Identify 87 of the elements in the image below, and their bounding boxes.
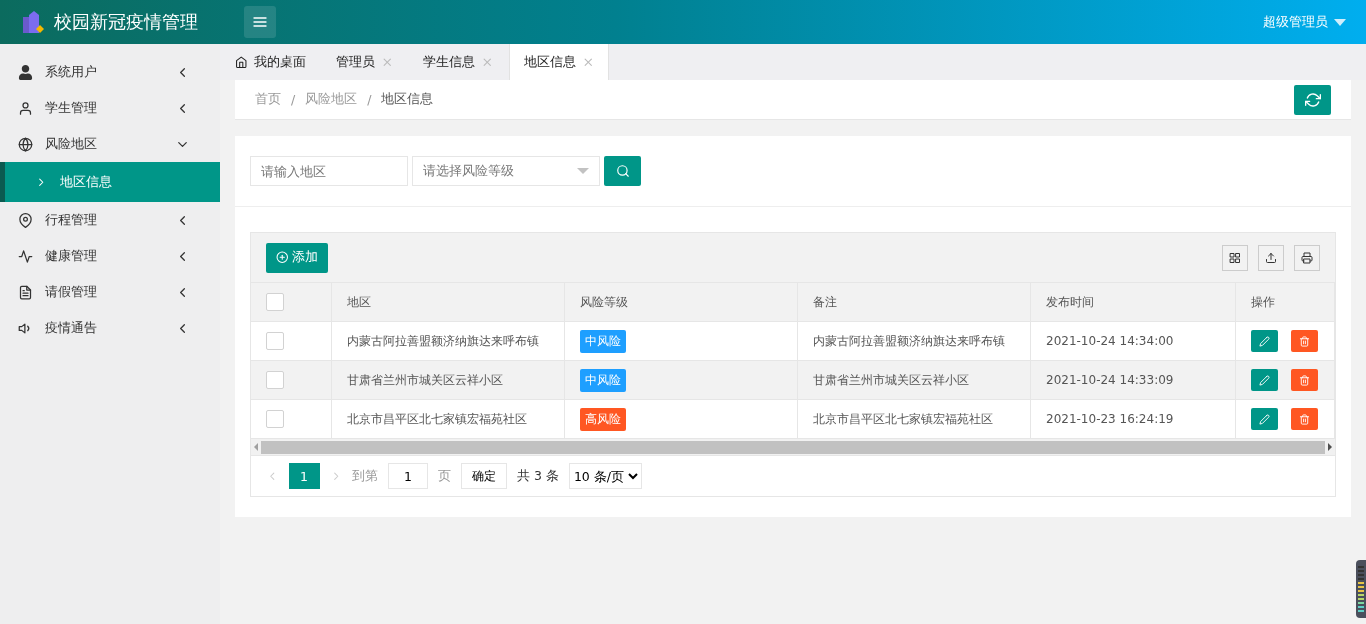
risk-tag: 中风险 (580, 368, 626, 392)
goto-page-input[interactable]: 1 (388, 463, 428, 489)
trash-icon (1299, 374, 1310, 386)
total-count: 共 3 条 (517, 467, 559, 485)
caret-icon (1334, 18, 1346, 26)
close-icon[interactable] (380, 55, 393, 69)
row-checkbox[interactable] (266, 371, 284, 389)
home-icon (235, 55, 248, 69)
sidebar-item[interactable]: 健康管理 (0, 238, 220, 274)
sidebar-item[interactable]: 请假管理 (0, 274, 220, 310)
print-icon (1301, 251, 1313, 264)
app-title: 校园新冠疫情管理 (54, 10, 199, 34)
page-tab[interactable]: 学生信息 (408, 44, 509, 80)
row-checkbox[interactable] (266, 410, 284, 428)
sidebar-item[interactable]: 行程管理 (0, 202, 220, 238)
volume-meter-widget[interactable] (1356, 560, 1366, 618)
refresh-icon (1304, 91, 1321, 108)
globe-icon (18, 136, 33, 152)
person-icon (18, 64, 33, 80)
sidebar-item[interactable]: 系统用户 (0, 54, 220, 90)
plus-icon (276, 251, 289, 264)
table-cell: 甘肃省兰州市城关区云祥小区 (332, 361, 565, 400)
sidebar-subitem[interactable]: 地区信息 (0, 162, 220, 202)
horizontal-scrollbar[interactable] (251, 439, 1335, 456)
sidebar-item[interactable]: 学生管理 (0, 90, 220, 126)
menu-button[interactable] (244, 6, 276, 38)
delete-button[interactable] (1291, 408, 1318, 430)
document-icon (18, 284, 33, 300)
page-tab[interactable]: 管理员 (320, 44, 408, 80)
table-cell: 北京市昌平区北七家镇宏福苑社区 (332, 400, 565, 439)
table-cell: 内蒙古阿拉善盟额济纳旗达来呼布镇 (332, 322, 565, 361)
menu-icon (252, 14, 268, 30)
upload-icon (1265, 251, 1277, 264)
column-header: 发布时间 (1031, 283, 1236, 322)
print-button[interactable] (1294, 244, 1320, 271)
pencil-icon (1259, 335, 1270, 347)
export-button[interactable] (1258, 244, 1284, 271)
dropdown-icon (577, 168, 589, 174)
map-pin-icon (18, 212, 33, 228)
user-icon (18, 100, 33, 116)
delete-button[interactable] (1291, 369, 1318, 391)
table-cell: 2021-10-23 16:24:19 (1031, 400, 1236, 439)
risk-tag: 高风险 (580, 407, 626, 431)
close-icon[interactable] (481, 55, 494, 69)
sidebar-item[interactable]: 风险地区 (0, 126, 220, 162)
risk-tag: 中风险 (580, 329, 626, 353)
page-unit-label: 页 (438, 467, 451, 485)
column-header: 风险等级 (565, 283, 798, 322)
refresh-button[interactable] (1294, 84, 1331, 115)
search-button[interactable] (604, 156, 641, 186)
table-cell: 甘肃省兰州市城关区云祥小区 (798, 361, 1031, 400)
column-header: 地区 (332, 283, 565, 322)
delete-button[interactable] (1291, 330, 1318, 352)
page-tab[interactable]: 我的桌面 (220, 44, 321, 80)
breadcrumb-link[interactable]: 地区信息 (381, 91, 434, 108)
grid-icon (1229, 251, 1241, 264)
trash-icon (1299, 413, 1310, 425)
edit-button[interactable] (1251, 330, 1278, 352)
row-checkbox[interactable] (266, 332, 284, 350)
breadcrumb-separator: / (291, 92, 296, 107)
page-size-select[interactable]: 10 条/页 (568, 463, 642, 489)
pencil-icon (1259, 413, 1270, 425)
trash-icon (1299, 335, 1310, 347)
page-tab[interactable]: 地区信息 (508, 44, 609, 80)
breadcrumb-separator: / (367, 92, 372, 107)
select-all-checkbox[interactable] (266, 293, 284, 311)
sidebar-item[interactable]: 疫情通告 (0, 310, 220, 346)
logo-icon (20, 9, 46, 35)
add-button[interactable]: 添加 (266, 242, 328, 273)
table-cell: 北京市昌平区北七家镇宏福苑社区 (798, 400, 1031, 439)
table-cell: 内蒙古阿拉善盟额济纳旗达来呼布镇 (798, 322, 1031, 361)
pencil-icon (1259, 374, 1270, 386)
pulse-icon (18, 248, 33, 264)
table-cell: 2021-10-24 14:34:00 (1031, 322, 1236, 361)
column-header: 操作 (1236, 283, 1335, 322)
goto-label: 到第 (352, 467, 378, 485)
region-input[interactable]: 请输入地区 (250, 156, 408, 186)
risk-level-select[interactable]: 请选择风险等级 (412, 156, 600, 186)
close-icon[interactable] (581, 55, 594, 69)
column-header: 备注 (798, 283, 1031, 322)
confirm-button[interactable]: 确定 (461, 463, 507, 489)
edit-button[interactable] (1251, 369, 1278, 391)
search-icon (615, 164, 630, 178)
page-number[interactable]: 1 (288, 463, 320, 489)
columns-button[interactable] (1222, 244, 1248, 271)
table-cell: 2021-10-24 14:33:09 (1031, 361, 1236, 400)
edit-button[interactable] (1251, 408, 1278, 430)
